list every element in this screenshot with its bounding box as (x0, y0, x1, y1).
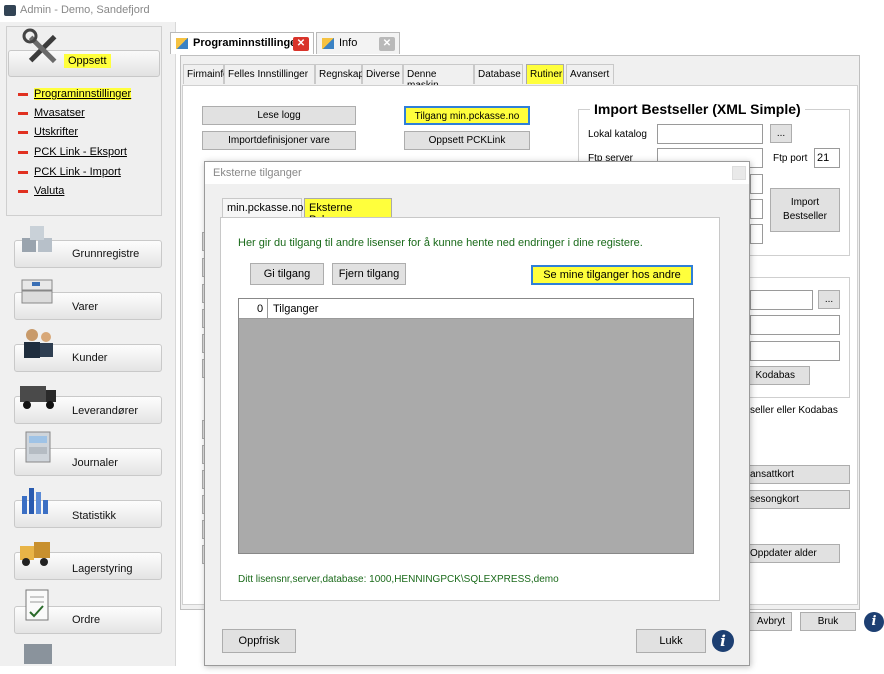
nav-label: Statistikk (72, 510, 117, 522)
lese-logg-button[interactable]: Lese logg (202, 106, 356, 125)
sidebar-item-utskrifter[interactable]: Utskrifter (18, 126, 78, 138)
license-info: Ditt lisensnr,server,database: 1000,HENN… (238, 574, 559, 585)
ftp-port-label: Ftp port (773, 153, 808, 164)
subtab-rutiner[interactable]: Rutiner (526, 64, 564, 84)
bruk-button[interactable]: Bruk (800, 612, 856, 631)
settings-icon (176, 38, 188, 49)
oppdater-alder-button[interactable]: Oppdater alder (740, 544, 840, 563)
bullet-icon (18, 111, 28, 115)
sidebar-item-mvasatser[interactable]: Mvasatser (18, 107, 85, 119)
se-mine-tilganger-button[interactable]: Se mine tilganger hos andre (531, 265, 693, 285)
nav-label: Lagerstyring (72, 563, 133, 575)
oppsett-pcklink-button[interactable]: Oppsett PCKLink (404, 131, 530, 150)
order-icon (25, 589, 49, 621)
kodabas-field-2[interactable] (750, 341, 840, 361)
kodabas-hint: seller eller Kodabas (750, 405, 838, 416)
cubes-icon (22, 226, 52, 252)
info-icon[interactable]: i (864, 612, 884, 632)
kodabas-button[interactable]: Kodabas (740, 366, 810, 385)
window-title: Admin - Demo, Sandefjord (20, 4, 150, 16)
tab-programinnstillinger[interactable]: Programinnstillinger ✕ (170, 32, 314, 54)
subtab-database[interactable]: Database (474, 64, 523, 84)
close-icon[interactable]: ✕ (293, 37, 309, 51)
nav-label: Leverandører (72, 405, 139, 417)
bullet-icon (18, 150, 28, 154)
boxes-icon (21, 279, 53, 304)
kodabas-path-input[interactable] (750, 290, 813, 310)
grid-header-tilganger[interactable]: Tilganger (273, 303, 318, 315)
nav-label: Journaler (72, 457, 118, 469)
kodabas-browse-button[interactable]: ... (818, 290, 840, 309)
window-titlebar: Admin - Demo, Sandefjord (0, 0, 884, 22)
register-icon (24, 644, 52, 664)
nav-label: Grunnregistre (72, 248, 140, 260)
tab-eksterne-pckasser[interactable]: Eksterne Pckasser (304, 198, 392, 226)
subtab-denne-maskin[interactable]: Denne maskin (403, 64, 474, 91)
nav-label: Ordre (72, 614, 101, 626)
tilgang-button[interactable]: Tilgang min.pckasse.no (404, 106, 530, 125)
ftp-folder-input[interactable] (750, 224, 763, 244)
app-icon (4, 5, 16, 16)
importdefinisjoner-button[interactable]: Importdefinisjoner vare (202, 131, 356, 150)
tab-info[interactable]: Info ✕ (316, 32, 400, 54)
subtab-felles[interactable]: Felles Innstillinger (224, 64, 315, 84)
ansattkort-button[interactable]: ansattkort (740, 465, 850, 484)
subtab-regnskap[interactable]: Regnskap (315, 64, 364, 84)
dialog-info-icon[interactable]: i (712, 630, 734, 652)
oppsett-label: Oppsett (64, 54, 111, 68)
oppfrisk-button[interactable]: Oppfrisk (222, 629, 296, 653)
subtab-diverse[interactable]: Diverse (362, 64, 403, 84)
sidebar-item-valuta[interactable]: Valuta (18, 185, 64, 197)
bullet-icon (18, 130, 28, 134)
kodabas-field-1[interactable] (750, 315, 840, 335)
subtab-firmainfo[interactable]: Firmainfo (183, 64, 229, 84)
fjern-tilgang-button[interactable]: Fjern tilgang (332, 263, 406, 285)
truck-icon (20, 386, 56, 409)
tab-min-pckasse[interactable]: min.pckasse.no (222, 198, 303, 218)
subtab-avansert[interactable]: Avansert (566, 64, 614, 84)
cabinet-icon (25, 431, 51, 463)
close-icon[interactable]: ✕ (379, 37, 395, 51)
info-tab-icon (322, 38, 334, 49)
sidebar-item-pcklink-eksport[interactable]: PCK Link - Eksport (18, 146, 127, 158)
bullet-icon (18, 189, 28, 193)
dialog-close-icon[interactable] (732, 166, 746, 180)
forklift-icon (20, 542, 50, 566)
browse-button[interactable]: ... (770, 124, 792, 143)
grid-header-num: 0 (257, 303, 264, 315)
grid-header: 0 Tilganger (239, 299, 693, 319)
gi-tilgang-button[interactable]: Gi tilgang (250, 263, 324, 285)
dialog-info-text: Her gir du tilgang til andre lisenser fo… (238, 237, 643, 249)
customers-icon (24, 329, 53, 358)
sesongkort-button[interactable]: sesongkort (740, 490, 850, 509)
sidebar-item-pcklink-import[interactable]: PCK Link - Import (18, 166, 121, 178)
import-title: Import Bestseller (XML Simple) (590, 101, 805, 117)
grid-divider (267, 299, 268, 319)
bullet-icon (18, 92, 28, 96)
ftp-port-input[interactable]: 21 (814, 148, 840, 168)
ftp-password-input[interactable] (750, 199, 763, 219)
dialog-title: Eksterne tilganger (205, 162, 749, 184)
nav-label: Kunder (72, 352, 108, 364)
tilganger-grid[interactable] (238, 298, 694, 554)
ftp-user-input[interactable] (750, 174, 763, 194)
lokal-katalog-input[interactable] (657, 124, 763, 144)
lokal-katalog-label: Lokal katalog (588, 129, 647, 140)
nav-label: Varer (72, 301, 99, 313)
import-bestseller-button[interactable]: Import Bestseller (770, 188, 840, 232)
stats-icon (22, 488, 48, 514)
lukk-button[interactable]: Lukk (636, 629, 706, 653)
bullet-icon (18, 170, 28, 174)
tools-icon (22, 28, 57, 64)
sidebar-item-programinnstillinger[interactable]: Programinnstillinger (18, 88, 132, 100)
